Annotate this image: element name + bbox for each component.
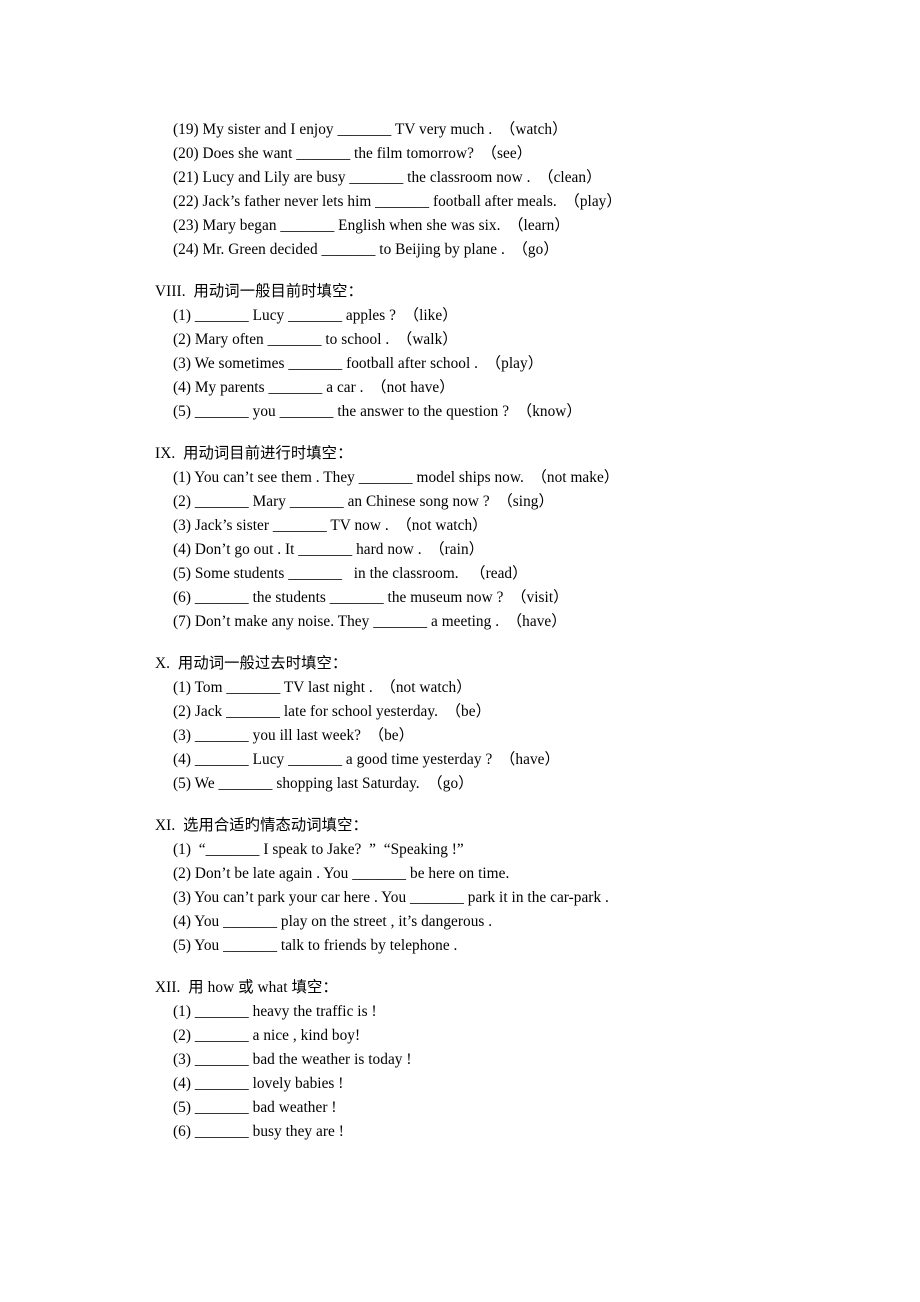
section-block: IX. 用动词目前进行时填空： (1) You can’t see them . … [155, 442, 855, 634]
question-item: (4) My parents _______ a car . （not have… [173, 379, 455, 396]
question-item: (4) Don’t go out . It _______ hard now .… [173, 541, 484, 558]
document-body: (19) My sister and I enjoy _______ TV ve… [155, 118, 855, 1144]
question-item: (2) Don’t be late again . You _______ be… [173, 865, 510, 882]
question-item: (4) _______ lovely babies ! [173, 1075, 344, 1092]
question-list: (1) “_______ I speak to Jake? ” “Speakin… [155, 838, 855, 958]
question-item: (5) Some students _______ in the classro… [173, 565, 528, 582]
question-item: (2) _______ Mary _______ an Chinese song… [173, 493, 554, 510]
question-item: (1) Tom _______ TV last night . （not wat… [173, 679, 472, 696]
question-item: (3) _______ bad the weather is today ! [173, 1051, 412, 1068]
section-heading: XII. 用 how 或 what 填空： [155, 979, 338, 996]
section-block: XII. 用 how 或 what 填空： (1) _______ heavy t… [155, 976, 855, 1144]
section-heading: IX. 用动词目前进行时填空： [155, 445, 353, 462]
question-item: (5) _______ you _______ the answer to th… [173, 403, 582, 420]
question-list: (1) Tom _______ TV last night . （not wat… [155, 676, 855, 796]
question-item: (23) Mary began _______ English when she… [173, 217, 570, 234]
section-block: XI. 选用合适旳情态动词填空： (1) “_______ I speak to … [155, 814, 855, 958]
question-item: (3) _______ you ill last week? （be） [173, 727, 414, 744]
question-item: (6) _______ busy they are ! [173, 1123, 344, 1140]
question-item: (1) _______ Lucy _______ apples ? （like） [173, 307, 458, 324]
worksheet-page: (19) My sister and I enjoy _______ TV ve… [0, 0, 920, 1302]
question-item: (2) Mary often _______ to school . （walk… [173, 331, 458, 348]
question-list: (19) My sister and I enjoy _______ TV ve… [155, 118, 855, 262]
question-item: (3) You can’t park your car here . You _… [173, 889, 609, 906]
question-item: (2) _______ a nice , kind boy! [173, 1027, 361, 1044]
question-item: (3) We sometimes _______ football after … [173, 355, 544, 372]
question-item: (24) Mr. Green decided _______ to Beijin… [173, 241, 559, 258]
question-item: (19) My sister and I enjoy _______ TV ve… [173, 121, 568, 138]
question-item: (21) Lucy and Lily are busy _______ the … [173, 169, 602, 186]
question-item: (4) You _______ play on the street , it’… [173, 913, 493, 930]
section-block: X. 用动词一般过去时填空： (1) Tom _______ TV last ni… [155, 652, 855, 796]
section-block: (19) My sister and I enjoy _______ TV ve… [155, 118, 855, 262]
section-heading: X. 用动词一般过去时填空： [155, 655, 348, 672]
question-item: (5) You _______ talk to friends by telep… [173, 937, 458, 954]
question-list: (1) _______ Lucy _______ apples ? （like）… [155, 304, 855, 424]
question-item: (1) “_______ I speak to Jake? ” “Speakin… [173, 841, 464, 858]
question-list: (1) _______ heavy the traffic is ! (2) __… [155, 1000, 855, 1144]
question-item: (3) Jack’s sister _______ TV now . （not … [173, 517, 488, 534]
section-heading: XI. 选用合适旳情态动词填空： [155, 817, 368, 834]
question-item: (22) Jack’s father never lets him ______… [173, 193, 622, 210]
question-item: (7) Don’t make any noise. They _______ a… [173, 613, 567, 630]
section-block: VIII. 用动词一般目前时填空： (1) _______ Lucy ______… [155, 280, 855, 424]
question-item: (6) _______ the students _______ the mus… [173, 589, 569, 606]
question-item: (4) _______ Lucy _______ a good time yes… [173, 751, 560, 768]
question-item: (1) _______ heavy the traffic is ! [173, 1003, 377, 1020]
section-heading: VIII. 用动词一般目前时填空： [155, 283, 363, 300]
question-item: (20) Does she want _______ the film tomo… [173, 145, 533, 162]
question-item: (5) We _______ shopping last Saturday. （… [173, 775, 474, 792]
question-item: (2) Jack _______ late for school yesterd… [173, 703, 491, 720]
question-list: (1) You can’t see them . They _______ mo… [155, 466, 855, 634]
question-item: (1) You can’t see them . They _______ mo… [173, 469, 620, 486]
question-item: (5) _______ bad weather ! [173, 1099, 337, 1116]
